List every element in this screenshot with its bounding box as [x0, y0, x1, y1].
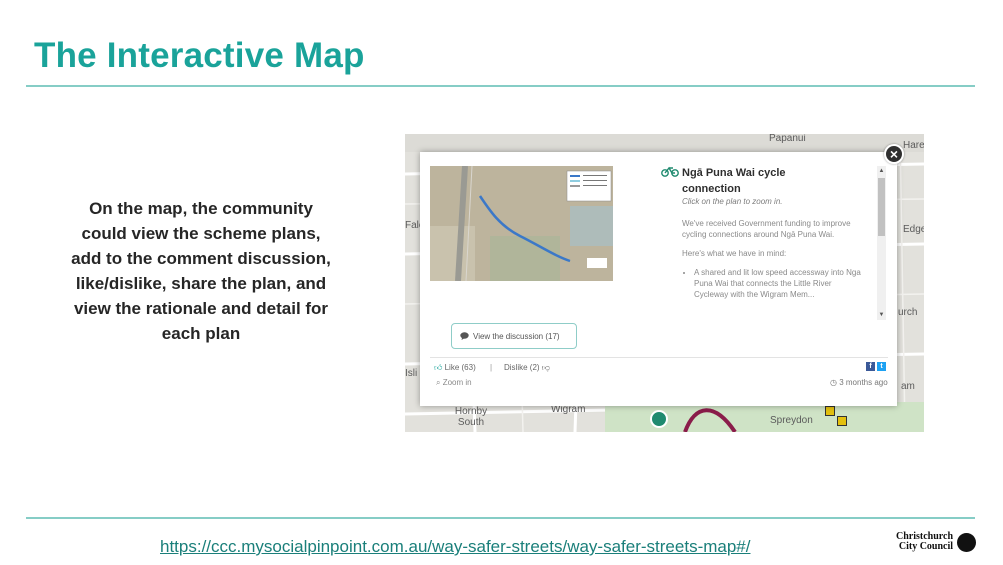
facebook-icon[interactable]: f	[866, 362, 875, 371]
logo-text: Christchurch City Council	[896, 532, 953, 552]
map-link[interactable]: https://ccc.mysocialpinpoint.com.au/way-…	[160, 537, 750, 557]
popup-body: We've received Government funding to imp…	[682, 218, 864, 300]
logo-mark-icon	[957, 532, 977, 552]
clock-icon: ◷	[830, 378, 837, 387]
popup-bullet-list: A shared and lit low speed accessway int…	[682, 267, 864, 300]
close-icon[interactable]: ×	[884, 144, 904, 164]
bottom-divider	[26, 517, 975, 519]
map-label-isli: Isli	[405, 368, 418, 379]
map-marker-image-icon[interactable]	[825, 406, 835, 416]
map-label-am: am	[901, 381, 915, 392]
popup-paragraph: Here's what we have in mind:	[682, 249, 787, 258]
thumbs-down-icon: 👎︎	[541, 363, 550, 372]
plan-thumbnail-map	[430, 166, 613, 281]
map-label-papanui: Papanui	[769, 134, 806, 144]
popup-fade	[675, 300, 875, 328]
map-marker-image-icon[interactable]	[837, 416, 847, 426]
council-logo: Christchurch City Council	[896, 532, 977, 552]
plan-thumbnail[interactable]	[430, 166, 613, 281]
zoom-in-label: Zoom in	[442, 378, 472, 387]
timestamp-label: 3 months ago	[839, 378, 888, 387]
popup-paragraph: We've received Government funding to imp…	[682, 219, 851, 239]
top-divider	[26, 85, 975, 87]
like-button[interactable]: 👍︎ Like (63)	[434, 363, 476, 373]
map-label-urch: urch	[898, 307, 918, 318]
zoom-in-button[interactable]: ⌕ Zoom in	[436, 378, 472, 388]
like-dislike-separator: |	[490, 363, 493, 372]
view-discussion-label: View the discussion (17)	[473, 331, 560, 341]
scroll-down-icon[interactable]: ▼	[877, 311, 886, 319]
dislike-button[interactable]: Dislike (2) 👎︎	[504, 363, 550, 373]
map-label-hare: Hare	[903, 140, 924, 151]
scroll-thumb[interactable]	[878, 178, 885, 236]
popup-subtitle: Click on the plan to zoom in.	[682, 197, 783, 206]
thumbs-up-icon: 👍︎	[434, 363, 443, 372]
dislike-label: Dislike (2)	[504, 363, 540, 372]
twitter-icon[interactable]: t	[877, 362, 886, 371]
slide-title: The Interactive Map	[34, 36, 365, 75]
comment-icon	[460, 332, 469, 340]
bike-icon	[661, 166, 679, 177]
popup-title: Ngā Puna Wai cycle connection	[682, 167, 786, 195]
scroll-up-icon[interactable]: ▲	[877, 167, 886, 175]
popup-footer-divider	[430, 357, 888, 358]
logo-line-2: City Council	[898, 541, 954, 552]
map-label-spreydon: Spreydon	[770, 415, 813, 426]
popup-scrollbar[interactable]: ▲ ▼	[877, 166, 886, 320]
popup-bullet: A shared and lit low speed accessway int…	[694, 267, 864, 300]
map-label-edge: Edge	[903, 224, 924, 235]
map-marker-bike-icon[interactable]	[650, 410, 668, 428]
view-discussion-button[interactable]: View the discussion (17)	[451, 323, 577, 349]
slide-description: On the map, the community could view the…	[71, 199, 331, 343]
like-label: Like (63)	[444, 363, 476, 372]
search-icon: ⌕	[436, 378, 441, 387]
map-label-hornby-south: Hornby South	[454, 406, 488, 428]
popup-timestamp: ◷ 3 months ago	[830, 378, 888, 387]
